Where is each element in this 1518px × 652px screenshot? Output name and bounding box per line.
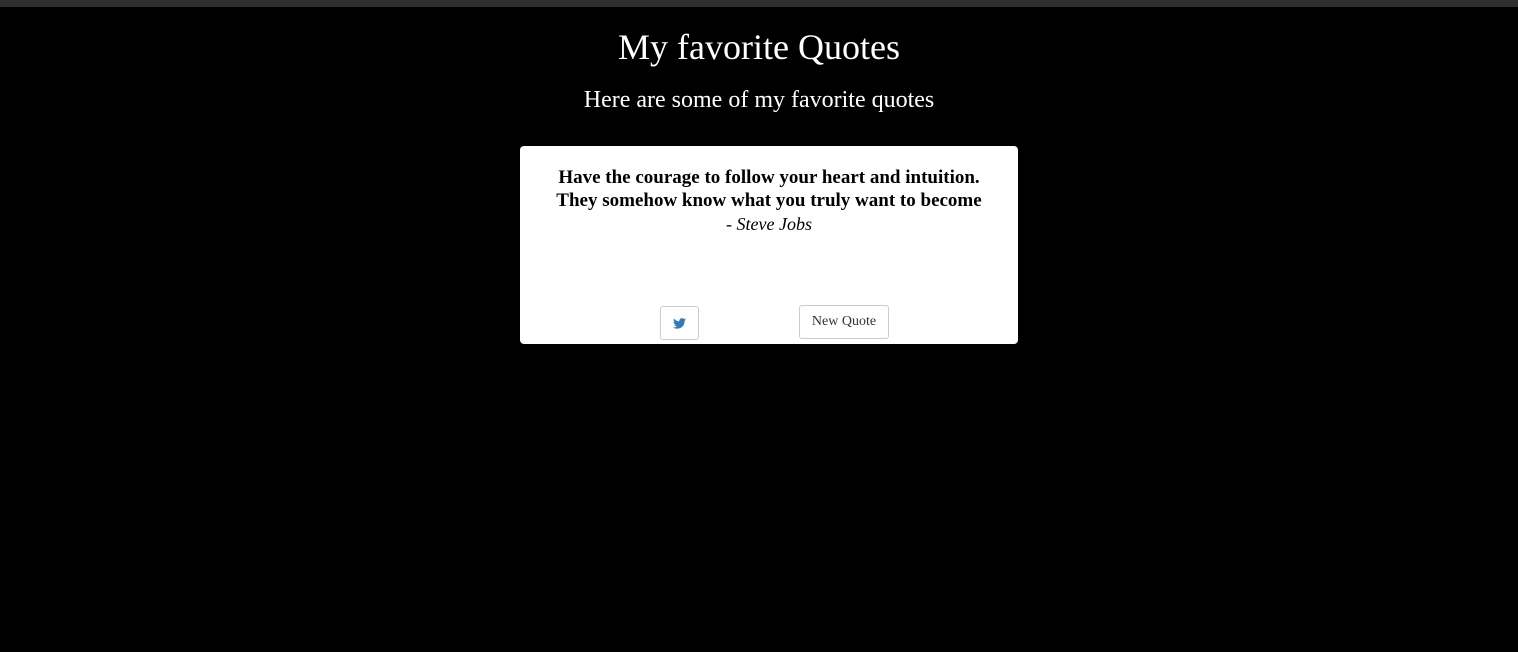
new-quote-button[interactable]: New Quote bbox=[799, 305, 889, 339]
tweet-button[interactable] bbox=[660, 306, 699, 340]
quote-card: Have the courage to follow your heart an… bbox=[520, 146, 1018, 344]
top-bar bbox=[0, 0, 1518, 7]
quote-line: They somehow know what you truly want to… bbox=[556, 190, 982, 211]
quote-line: Have the courage to follow your heart an… bbox=[558, 167, 980, 188]
quote-text: Have the courage to follow your heart an… bbox=[520, 166, 1018, 212]
quote-author: - Steve Jobs bbox=[726, 214, 812, 234]
page: My favorite Quotes Here are some of my f… bbox=[0, 0, 1518, 652]
page-subtitle: Here are some of my favorite quotes bbox=[583, 87, 935, 113]
page-title: My favorite Quotes bbox=[618, 27, 900, 67]
twitter-icon bbox=[673, 317, 686, 329]
